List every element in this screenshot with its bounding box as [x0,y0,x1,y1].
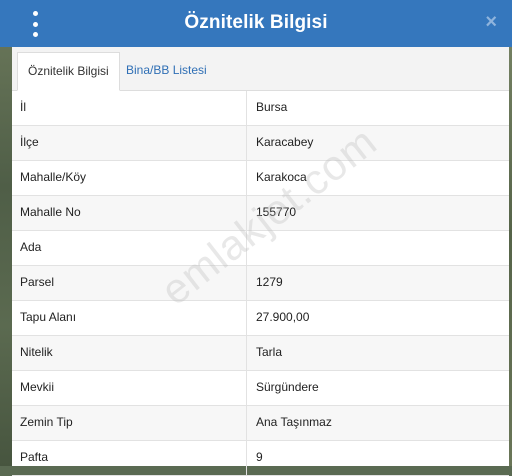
table-row-parsel: Parsel 1279 [12,266,509,301]
row-label: Ada [20,240,42,254]
row-value: Sürgündere [246,371,506,405]
row-label: İl [20,100,26,114]
row-value: 1279 [246,266,506,300]
row-label: Tapu Alanı [20,310,77,324]
row-value: Karacabey [246,126,506,160]
dialog-body: Öznitelik Bilgisi Bina/BB Listesi İl Bur… [12,47,509,476]
row-label: Parsel [20,275,55,289]
table-row-ada: Ada [12,231,509,266]
row-label: Mevkii [20,380,55,394]
tab-building-list[interactable]: Bina/BB Listesi [116,52,217,89]
row-label: Zemin Tip [20,415,73,429]
row-label: Mahalle No [20,205,81,219]
row-value: Bursa [246,91,506,125]
row-label: Nitelik [20,345,53,359]
attribute-info-dialog: Öznitelik Bilgisi × Öznitelik Bilgisi Bi… [0,0,512,476]
row-label: Mahalle/Köy [20,170,87,184]
dialog-header: Öznitelik Bilgisi × [0,0,512,47]
table-row-mevkii: Mevkii Sürgündere [12,371,509,406]
row-label: İlçe [20,135,39,149]
row-value: Ana Taşınmaz [246,406,506,440]
close-icon[interactable]: × [485,12,497,32]
row-value: 27.900,00 [246,301,506,335]
row-value: Karakoca [246,161,506,195]
row-value: 9 [246,441,506,475]
dialog-title: Öznitelik Bilgisi [184,12,328,33]
table-row-pafta: Pafta 9 [12,441,509,476]
table-row-ilce: İlçe Karacabey [12,126,509,161]
table-row-zemin-tip: Zemin Tip Ana Taşınmaz [12,406,509,441]
row-value [246,231,506,265]
tab-bar: Öznitelik Bilgisi Bina/BB Listesi [12,47,509,91]
tab-attribute-info[interactable]: Öznitelik Bilgisi [17,52,120,91]
table-row-mahalle-no: Mahalle No 155770 [12,196,509,231]
row-value: Tarla [246,336,506,370]
table-row-tapu-alani: Tapu Alanı 27.900,00 [12,301,509,336]
attribute-table: İl Bursa İlçe Karacabey Mahalle/Köy Kara… [12,91,509,476]
table-row-il: İl Bursa [12,91,509,126]
table-row-nitelik: Nitelik Tarla [12,336,509,371]
table-row-mahalle-koy: Mahalle/Köy Karakoca [12,161,509,196]
row-label: Pafta [20,450,49,464]
row-value: 155770 [246,196,506,230]
